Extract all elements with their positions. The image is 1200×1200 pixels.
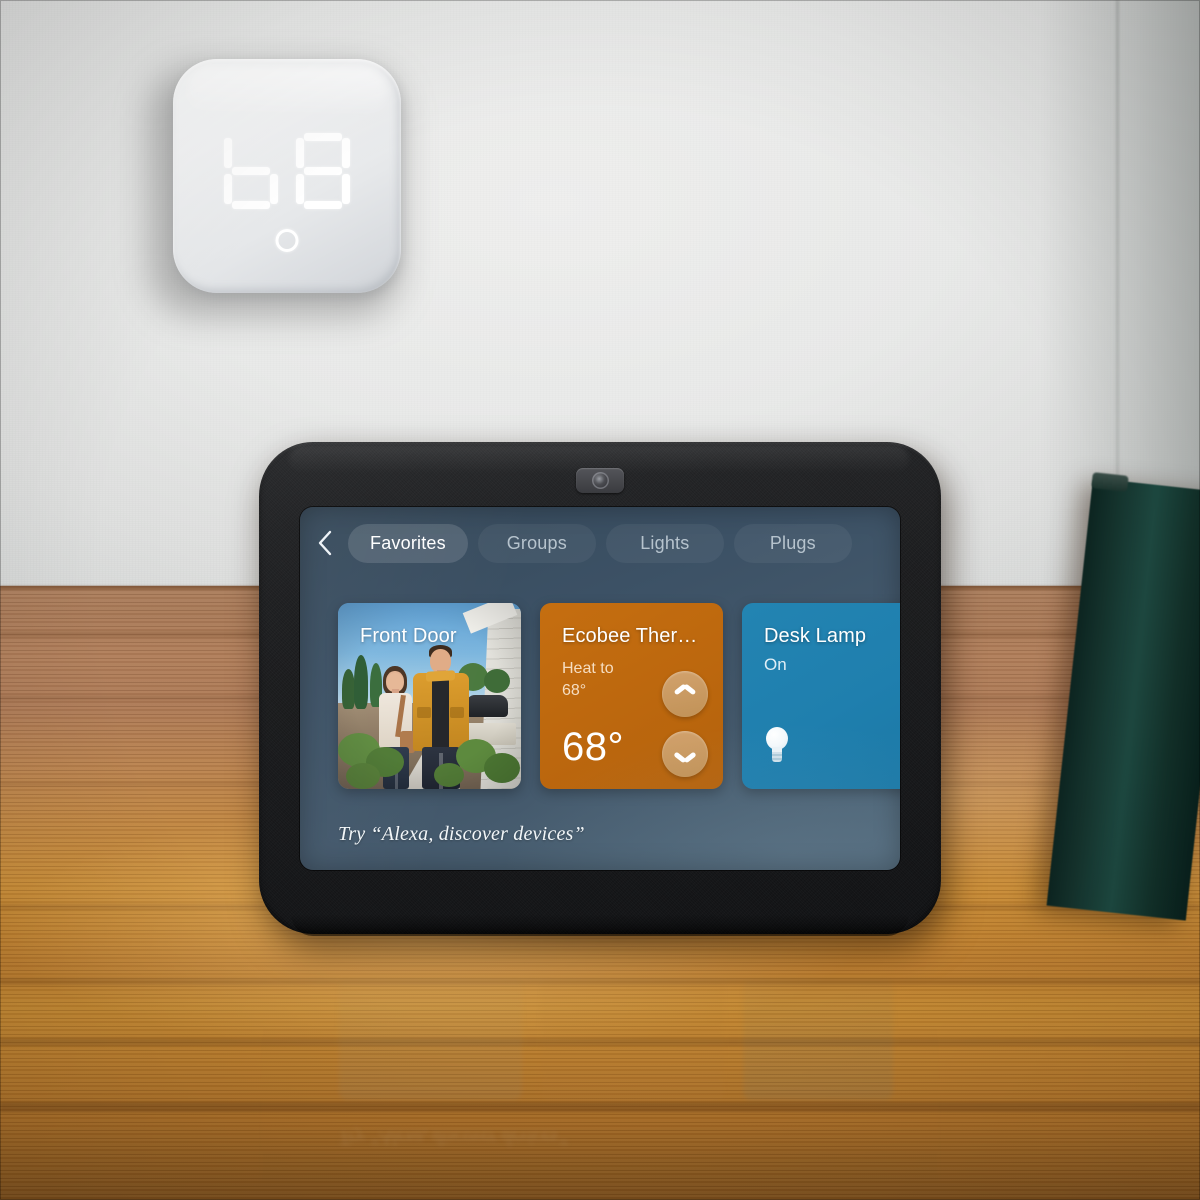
chevron-down-icon	[675, 749, 695, 760]
chevron-up-icon	[675, 689, 695, 700]
temperature-decrease-button[interactable]	[662, 731, 708, 777]
card-desk-lamp[interactable]: Desk Lamp On	[742, 603, 900, 789]
thermostat-target-temperature: 68°	[562, 682, 587, 699]
lamp-state-label: On	[764, 655, 787, 674]
thermostat-highlight	[187, 67, 387, 117]
tab-favorites[interactable]: Favorites	[348, 523, 468, 563]
card-title-front-door: Front Door	[360, 625, 457, 647]
display-screen[interactable]: Favorites Groups Lights Plugs Front Door…	[300, 507, 900, 870]
tab-groups[interactable]: Groups	[477, 523, 596, 563]
card-title-thermostat: Ecobee Ther…	[562, 625, 698, 647]
thermostat-current-temperature: 68°	[562, 725, 624, 769]
card-title-desk-lamp: Desk Lamp	[764, 625, 867, 647]
tab-plugs[interactable]: Plugs	[733, 523, 852, 563]
lightbulb-base	[772, 752, 782, 762]
camera-lens-icon	[591, 472, 609, 489]
back-chevron-icon[interactable]	[312, 527, 338, 559]
device-cards-row: Front Door Ecobee Ther… Heat to 68° 68°	[338, 603, 900, 789]
tab-plugs-label: Plugs	[769, 532, 816, 553]
lcd-digit-tens	[222, 133, 280, 209]
scene: Favorites Groups Lights Plugs Front Door…	[0, 0, 1200, 1200]
tab-groups-label: Groups	[506, 532, 567, 553]
front-camera[interactable]	[576, 468, 624, 493]
tab-bar: Favorites Groups Lights Plugs	[300, 521, 900, 565]
tab-lights[interactable]: Lights	[605, 523, 724, 563]
lightbulb-icon[interactable]	[764, 727, 790, 763]
temperature-increase-button[interactable]	[662, 671, 708, 717]
thermostat-lcd-display	[173, 133, 401, 209]
card-ecobee-thermostat[interactable]: Ecobee Ther… Heat to 68° 68°	[540, 603, 723, 789]
device-bottom-shading	[291, 914, 909, 936]
lcd-digit-ones	[294, 133, 352, 209]
tab-lights-label: Lights	[640, 532, 690, 553]
power-button-icon[interactable]	[275, 229, 299, 252]
smart-display-device: Favorites Groups Lights Plugs Front Door…	[259, 442, 941, 936]
thermostat-mode-label: Heat to	[562, 660, 614, 677]
voice-hint-text: Try “Alexa, discover devices”	[338, 823, 585, 845]
card-front-door-camera[interactable]: Front Door	[338, 603, 521, 789]
tab-favorites-label: Favorites	[370, 532, 446, 553]
thermostat-mode-block: Heat to 68°	[562, 658, 614, 702]
wall-thermostat[interactable]	[173, 59, 401, 293]
